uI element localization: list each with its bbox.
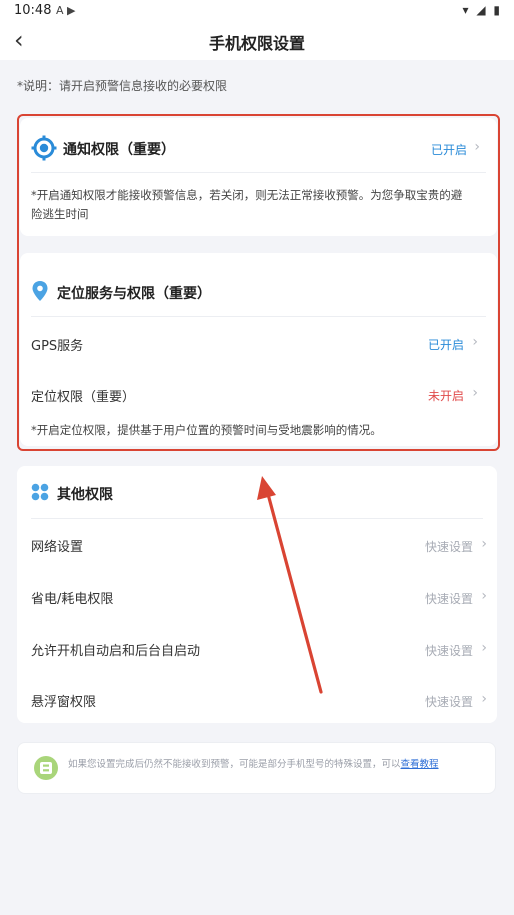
footer-notice-text: 如果您设置完成后仍然不能接收到预警，可能是部分手机型号的特殊设置，可以查看教程	[68, 759, 439, 770]
view-tutorial-link[interactable]: 查看教程	[401, 759, 439, 770]
footer-notice: 如果您设置完成后仍然不能接收到预警，可能是部分手机型号的特殊设置，可以查看教程	[17, 742, 496, 794]
letter-b-badge-icon	[34, 756, 58, 780]
